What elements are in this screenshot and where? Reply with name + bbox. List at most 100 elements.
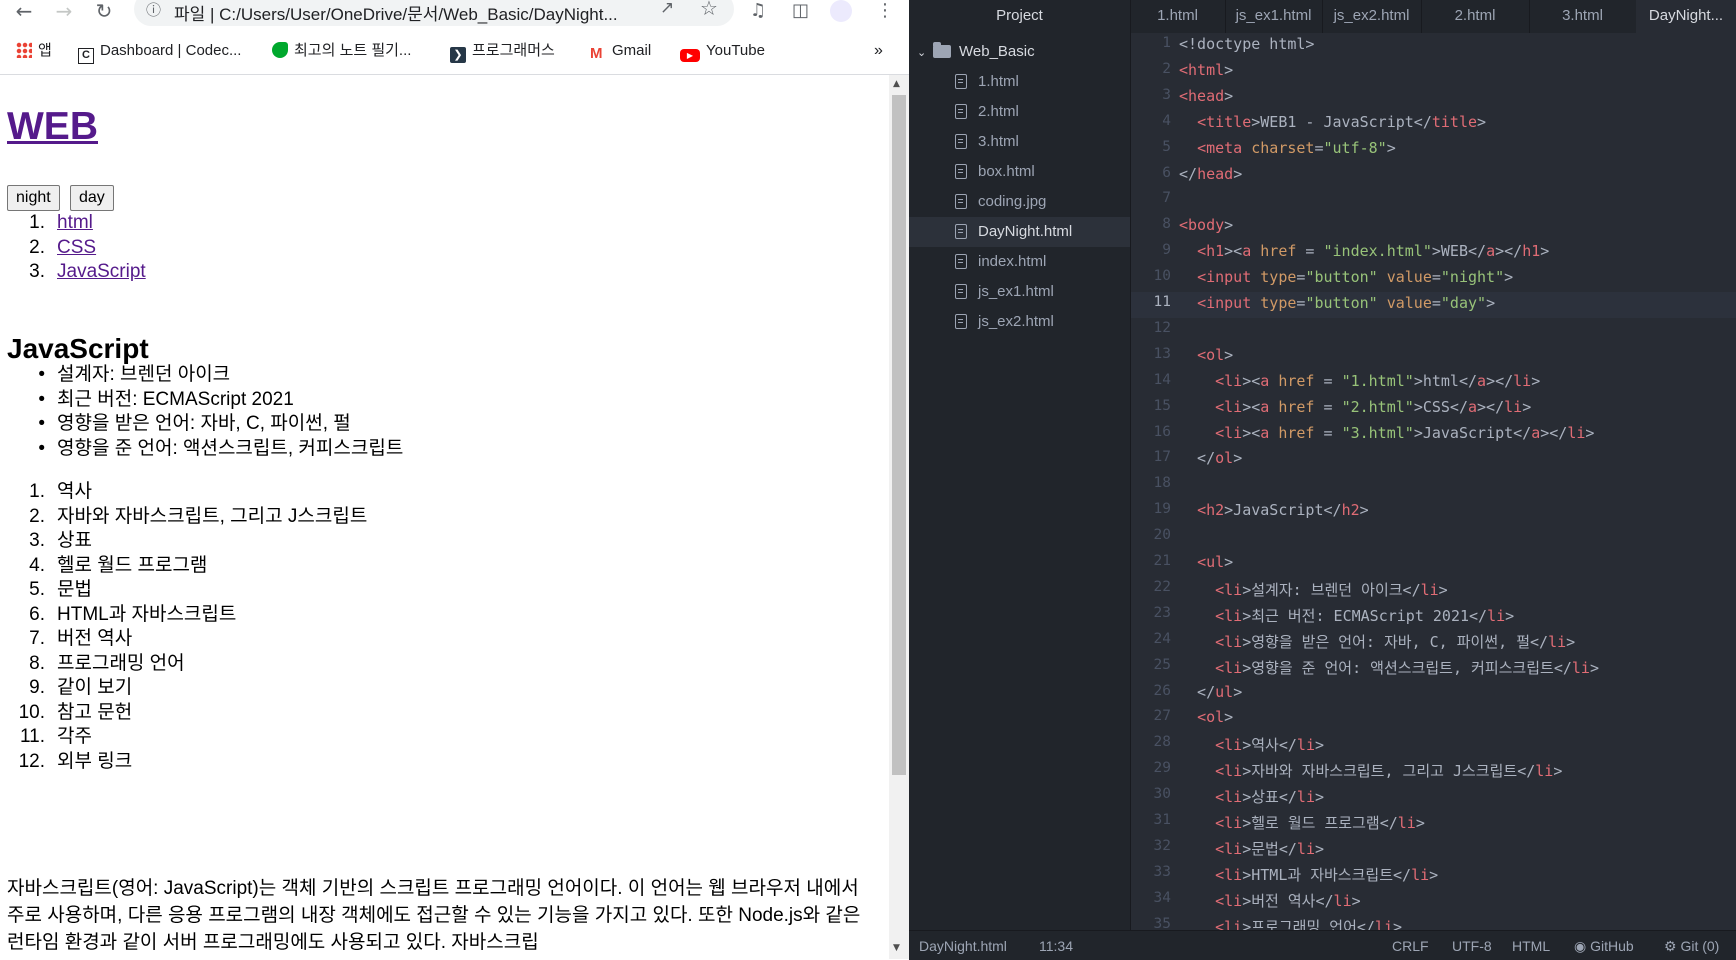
scroll-down-arrow-icon[interactable]: ▼ [893, 943, 900, 953]
editor-tab[interactable]: 1.html [1130, 0, 1226, 33]
code-line[interactable]: <input type="button" value="night"> [1179, 268, 1513, 286]
code-line[interactable]: <li>역사</li> [1179, 734, 1324, 755]
code-line[interactable]: </head> [1179, 165, 1242, 183]
code-line[interactable]: <head> [1179, 87, 1233, 105]
reload-icon[interactable]: ↻ [88, 0, 120, 24]
code-line[interactable]: <li>상표</li> [1179, 786, 1324, 807]
tree-file[interactable]: index.html [909, 247, 1130, 277]
tree-file[interactable]: coding.jpg [909, 187, 1130, 217]
code-line[interactable]: <li>문법</li> [1179, 838, 1324, 859]
menu-kebab-icon[interactable]: ⋮ [876, 0, 894, 22]
editor-tab[interactable]: DayNight... [1636, 0, 1736, 33]
editor-tab[interactable]: js_ex2.html [1322, 0, 1422, 33]
night-button[interactable]: night [7, 185, 60, 211]
code-line[interactable]: <li>버전 역사</li> [1179, 890, 1361, 911]
code-line[interactable]: <li>영향을 준 언어: 액션스크립트, 커피스크립트</li> [1179, 657, 1599, 678]
code-line[interactable]: <li>자바와 자바스크립트, 그리고 J스크립트</li> [1179, 760, 1562, 781]
tree-folder-web-basic[interactable]: ⌄ Web_Basic [909, 37, 1138, 67]
code-token: >상표</ [1242, 788, 1297, 807]
bookmark-gmail[interactable]: M Gmail [590, 38, 651, 64]
status-encoding[interactable]: UTF-8 [1452, 938, 1492, 954]
code-line[interactable]: </ol> [1179, 449, 1242, 467]
code-line[interactable]: <li><a href = "1.html">html</a></li> [1179, 372, 1540, 390]
web-home-link[interactable]: WEB [7, 105, 98, 148]
tree-file[interactable]: js_ex1.html [909, 277, 1130, 307]
side-panel-icon[interactable]: ◫ [792, 0, 809, 22]
tree-file[interactable]: 1.html [909, 67, 1130, 97]
code-line[interactable]: <li>최근 버전: ECMAScript 2021</li> [1179, 605, 1514, 626]
file-text-icon [955, 224, 967, 239]
code-token: > [1224, 216, 1234, 235]
code-line[interactable]: <li>영향을 받은 언어: 자바, C, 파이썬, 펄</li> [1179, 631, 1575, 652]
nav-item[interactable]: 1. html [0, 209, 93, 236]
bookmark-star-icon[interactable]: ☆ [700, 0, 718, 20]
code-line[interactable]: <li>HTML과 자바스크립트</li> [1179, 864, 1438, 885]
apps-grid-icon [16, 42, 32, 58]
code-line[interactable]: <body> [1179, 216, 1233, 234]
status-cursor[interactable]: 11:34 [1039, 938, 1073, 954]
code-line[interactable]: <!doctype html> [1179, 35, 1314, 53]
code-area[interactable]: 1 <!doctype html> 2 <html> 3 <head> 4 <title>W… [1131, 33, 1736, 930]
editor-tab[interactable]: 2.html [1421, 0, 1530, 33]
tree-file[interactable]: 2.html [909, 97, 1130, 127]
bookmark-programmers[interactable]: ❯ 프로그래머스 [450, 38, 555, 64]
info-icon[interactable]: ⓘ [146, 0, 166, 20]
code-line[interactable]: <li><a href = "3.html">JavaScript</a></l… [1179, 424, 1594, 442]
bookmark-apps[interactable]: 앱 [16, 38, 52, 64]
scroll-up-arrow-icon[interactable]: ▲ [893, 79, 900, 89]
code-line[interactable]: <h1><a href = "index.html">WEB</a></h1> [1179, 242, 1549, 260]
nav-link[interactable]: JavaScript [57, 261, 146, 282]
share-icon[interactable]: ↗ [660, 0, 674, 18]
media-control-icon[interactable]: ♫ [750, 0, 766, 22]
code-line[interactable]: <li><a href = "2.html">CSS</a></li> [1179, 398, 1531, 416]
code-line[interactable]: <li>설계자: 브렌던 아이크</li> [1179, 579, 1448, 600]
code-line[interactable]: <html> [1179, 61, 1233, 79]
page-scrollbar[interactable]: ▲ ▼ [889, 75, 909, 959]
code-token: "button" [1305, 294, 1378, 312]
address-bar[interactable]: ⓘ 파일 | C:/Users/User/OneDrive/문서/Web_Bas… [134, 0, 734, 26]
code-line[interactable]: <h2>JavaScript</h2> [1179, 501, 1369, 519]
nav-item[interactable]: 3. JavaScript [0, 258, 146, 285]
profile-avatar[interactable] [830, 0, 852, 22]
code-line[interactable]: <input type="button" value="day"> [1179, 294, 1495, 312]
bookmark-evernote[interactable]: 최고의 노트 필기... [272, 38, 411, 64]
code-token: value [1377, 294, 1432, 312]
code-line[interactable]: <ul> [1179, 553, 1233, 571]
code-line[interactable]: </ul> [1179, 683, 1242, 701]
line-number: 10 [1153, 268, 1171, 285]
code-line[interactable]: <ol> [1179, 708, 1233, 726]
tree-file[interactable]: DayNight.html [909, 217, 1130, 247]
tree-file[interactable]: js_ex2.html [909, 307, 1130, 337]
code-line[interactable]: <li>헬로 월드 프로그램</li> [1179, 812, 1425, 833]
day-button[interactable]: day [70, 185, 114, 211]
nav-item[interactable]: 2. CSS [0, 234, 96, 261]
bookmark-codecademy[interactable]: C Dashboard | Codec... [78, 38, 241, 64]
editor-tab[interactable]: js_ex1.html [1225, 0, 1323, 33]
status-git[interactable]: ⚙ Git (0) [1664, 938, 1719, 955]
code-line[interactable]: <li>프로그래밍 언어</li> [1179, 916, 1402, 930]
tree-file[interactable]: box.html [909, 157, 1130, 187]
code-token: href [1269, 423, 1315, 442]
project-panel-title[interactable]: Project [909, 0, 1131, 33]
back-arrow-icon[interactable]: ← [8, 0, 40, 24]
code-line[interactable]: <title>WEB1 - JavaScript</title> [1179, 113, 1486, 131]
line-number: 33 [1153, 863, 1171, 880]
nav-link[interactable]: html [57, 212, 93, 233]
bookmarks-overflow[interactable]: » [874, 38, 883, 64]
status-grammar[interactable]: HTML [1512, 938, 1550, 954]
scrollbar-thumb[interactable] [892, 95, 906, 775]
status-file[interactable]: DayNight.html [919, 938, 1007, 954]
bookmark-youtube[interactable]: ▶ YouTube [680, 38, 765, 64]
forward-arrow-icon[interactable]: → [48, 0, 80, 24]
nav-link[interactable]: CSS [57, 237, 96, 258]
code-line[interactable]: <meta charset="utf-8"> [1179, 139, 1396, 157]
code-token: = [1314, 371, 1342, 390]
status-github[interactable]: ◉ GitHub [1574, 938, 1634, 955]
code-token: >WEB1 - JavaScript</ [1251, 112, 1432, 131]
tree-file[interactable]: 3.html [909, 127, 1130, 157]
status-line-ending[interactable]: CRLF [1392, 938, 1429, 954]
code-line[interactable]: <ol> [1179, 346, 1233, 364]
editor-tab[interactable]: 3.html [1529, 0, 1637, 33]
